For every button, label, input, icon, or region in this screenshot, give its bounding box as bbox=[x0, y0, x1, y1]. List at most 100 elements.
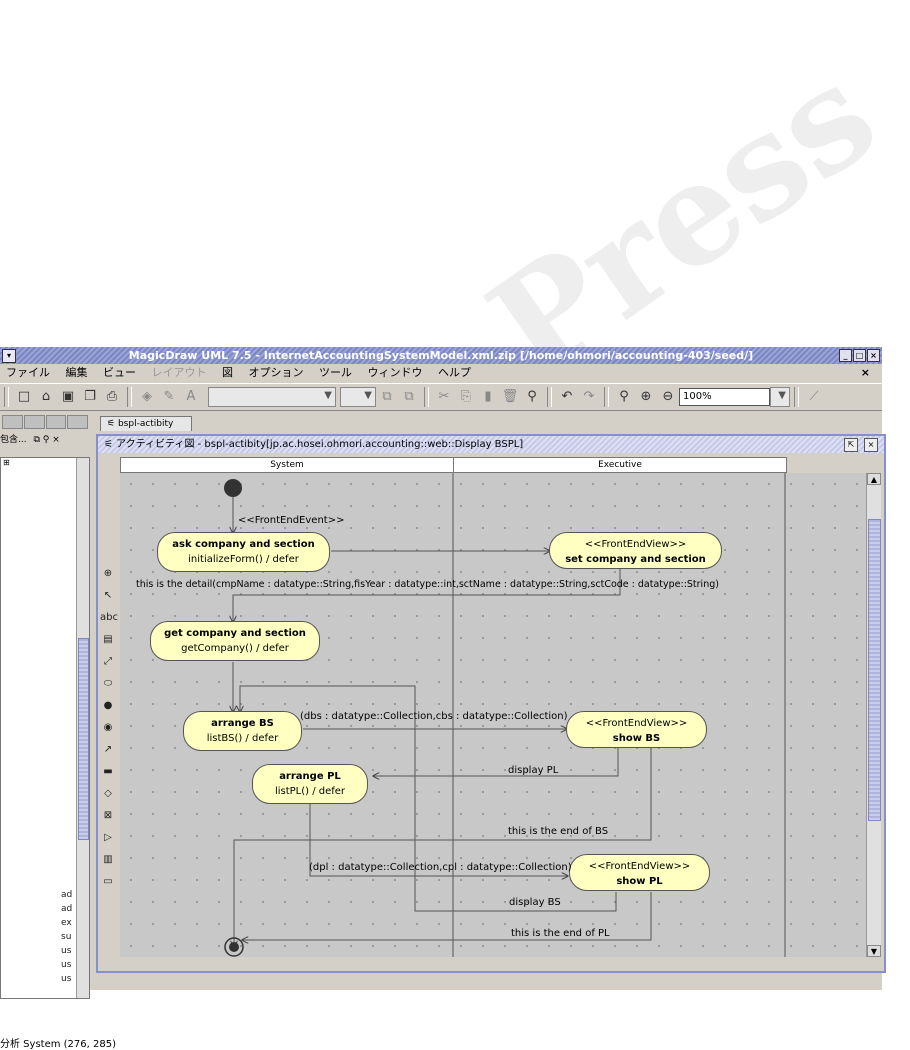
action-state-icon[interactable]: ⬭ bbox=[100, 676, 116, 692]
undo-icon[interactable]: ↶ bbox=[558, 388, 576, 406]
send-signal-icon[interactable]: ⊠ bbox=[100, 808, 116, 824]
tree-expand-icon[interactable]: ⊞ bbox=[3, 458, 10, 467]
font-color-icon[interactable]: A bbox=[182, 388, 200, 406]
final-state-icon[interactable]: ◉ bbox=[100, 720, 116, 736]
new-file-icon[interactable]: □ bbox=[15, 388, 33, 406]
tree-item[interactable]: us bbox=[61, 944, 71, 958]
zoom-dropdown[interactable]: ▼ bbox=[770, 387, 790, 407]
action-show-pl[interactable]: <<FrontEndView>> show PL bbox=[569, 854, 710, 891]
float-panel-icon[interactable]: ⧉ bbox=[33, 435, 39, 445]
font-combo[interactable]: ▼ bbox=[208, 387, 336, 407]
panel-tab[interactable] bbox=[2, 415, 23, 429]
panel-tab[interactable] bbox=[23, 415, 45, 429]
tree-scrollbar[interactable] bbox=[76, 458, 89, 998]
menu-window[interactable]: ウィンドウ bbox=[368, 366, 423, 379]
note-icon[interactable]: ▤ bbox=[100, 632, 116, 648]
toolbar-separator bbox=[547, 387, 552, 407]
end-bs-label: this is the end of BS bbox=[508, 826, 609, 837]
initial-node[interactable] bbox=[224, 479, 242, 497]
line-tool-icon[interactable]: ⟋ bbox=[805, 388, 823, 406]
open-folder-icon[interactable]: ⌂ bbox=[37, 388, 55, 406]
zoom-in-icon[interactable]: ⊕ bbox=[637, 388, 655, 406]
maximize-icon[interactable]: □ bbox=[853, 349, 866, 362]
zoom-input[interactable]: 100% bbox=[679, 388, 770, 406]
anchor-icon[interactable]: ⤢ bbox=[100, 654, 116, 670]
panel-tab[interactable] bbox=[45, 415, 67, 429]
send-back-icon[interactable]: ⧉ bbox=[400, 388, 418, 406]
swimlane-icon[interactable]: ▥ bbox=[100, 852, 116, 868]
menu-view[interactable]: ビュー bbox=[103, 366, 136, 379]
transition-icon[interactable]: ↗ bbox=[100, 742, 116, 758]
close-icon[interactable]: × bbox=[867, 349, 880, 362]
tree-item[interactable]: ad bbox=[61, 902, 72, 916]
receive-signal-icon[interactable]: ▷ bbox=[100, 830, 116, 846]
pointer-icon[interactable]: ↖ bbox=[100, 588, 116, 604]
scroll-thumb[interactable] bbox=[868, 519, 881, 821]
text-icon[interactable]: abc bbox=[100, 610, 118, 626]
size-combo[interactable]: ▼ bbox=[340, 387, 376, 407]
menu-diagram[interactable]: 図 bbox=[222, 366, 233, 379]
find-icon[interactable]: ⚲ bbox=[523, 388, 541, 406]
menu-help[interactable]: ヘルプ bbox=[438, 366, 471, 379]
scroll-down-icon[interactable]: ▼ bbox=[867, 945, 881, 957]
menu-close-icon[interactable]: × bbox=[861, 364, 870, 382]
cut-icon[interactable]: ✂ bbox=[435, 388, 453, 406]
tab-bspl-actibity[interactable]: ⚟ bspl-actibity bbox=[100, 416, 192, 431]
tool-palette: ⊕ ↖ abc ▤ ⤢ ⬭ ● ◉ ↗ ▬ ◇ ⊠ ▷ ▥ ▭ bbox=[100, 566, 118, 887]
zoom-out-icon[interactable]: ⊖ bbox=[659, 388, 677, 406]
undock-icon[interactable]: ⇱ bbox=[844, 438, 858, 452]
action-arrange-pl[interactable]: arrange PL listPL() / defer bbox=[252, 764, 368, 804]
decision-icon[interactable]: ◇ bbox=[100, 786, 116, 802]
diagram-scrollbar[interactable]: ▲ ▼ bbox=[866, 473, 881, 957]
tree-item[interactable]: ad bbox=[61, 888, 72, 902]
detail-label: this is the detail(cmpName : datatype::S… bbox=[136, 579, 719, 590]
action-ask-company-and-section[interactable]: ask company and section initializeForm()… bbox=[157, 532, 330, 572]
tree-item[interactable]: su bbox=[61, 930, 71, 944]
scroll-thumb[interactable] bbox=[78, 638, 89, 840]
menu-tools[interactable]: ツール bbox=[319, 366, 352, 379]
diagram-canvas[interactable]: ask company and section initializeForm()… bbox=[120, 473, 866, 957]
display-pl-label: display PL bbox=[508, 765, 559, 776]
pen-color-icon[interactable]: ✎ bbox=[160, 388, 178, 406]
toolbar-separator bbox=[127, 387, 132, 407]
fill-color-icon[interactable]: ◈ bbox=[138, 388, 156, 406]
flow-edge[interactable] bbox=[373, 748, 619, 776]
minimize-icon[interactable]: _ bbox=[839, 349, 852, 362]
menu-layout[interactable]: レイアウト bbox=[152, 366, 207, 379]
save-icon[interactable]: ▣ bbox=[59, 388, 77, 406]
lane-header-executive[interactable]: Executive bbox=[453, 457, 787, 473]
paste-icon[interactable]: ▮ bbox=[479, 388, 497, 406]
lane-header-system[interactable]: System bbox=[120, 457, 454, 473]
print-icon[interactable]: ⎙ bbox=[103, 388, 121, 406]
toolbar-separator bbox=[794, 387, 799, 407]
scroll-up-icon[interactable]: ▲ bbox=[867, 473, 881, 485]
window-menu-icon[interactable]: ▾ bbox=[2, 349, 16, 363]
menu-options[interactable]: オプション bbox=[249, 366, 304, 379]
copy-doc-icon[interactable]: ❐ bbox=[81, 388, 99, 406]
lock-icon[interactable]: ⊕ bbox=[100, 566, 116, 582]
panel-tab[interactable] bbox=[67, 415, 88, 429]
fork-icon[interactable]: ▬ bbox=[100, 764, 116, 780]
tree-item[interactable]: us bbox=[61, 972, 71, 986]
action-arrange-bs[interactable]: arrange BS listBS() / defer bbox=[183, 711, 302, 751]
model-tree[interactable]: ⊞ ad ad ex su us us us bbox=[0, 457, 90, 999]
action-set-company-and-section[interactable]: <<FrontEndView>> set company and section bbox=[549, 532, 722, 569]
delete-icon[interactable]: 🗑 bbox=[501, 388, 519, 406]
flow-edge[interactable] bbox=[233, 569, 621, 622]
object-icon[interactable]: ▭ bbox=[100, 874, 116, 890]
menu-edit[interactable]: 編集 bbox=[66, 366, 88, 379]
close-panel-icon[interactable]: × bbox=[52, 435, 60, 445]
tree-item[interactable]: ex bbox=[61, 916, 72, 930]
zoom-fit-icon[interactable]: ⚲ bbox=[615, 388, 633, 406]
copy-icon[interactable]: ⎘ bbox=[457, 388, 475, 406]
action-name: set company and section bbox=[565, 554, 706, 565]
bring-front-icon[interactable]: ⧉ bbox=[378, 388, 396, 406]
menu-file[interactable]: ファイル bbox=[6, 366, 50, 379]
close-diagram-icon[interactable]: × bbox=[864, 438, 878, 452]
redo-icon[interactable]: ↷ bbox=[580, 388, 598, 406]
tree-item[interactable]: us bbox=[61, 958, 71, 972]
initial-state-icon[interactable]: ● bbox=[100, 698, 116, 714]
pin-icon[interactable]: ⚲ bbox=[43, 435, 50, 445]
action-show-bs[interactable]: <<FrontEndView>> show BS bbox=[566, 711, 707, 748]
action-get-company-and-section[interactable]: get company and section getCompany() / d… bbox=[150, 621, 320, 661]
